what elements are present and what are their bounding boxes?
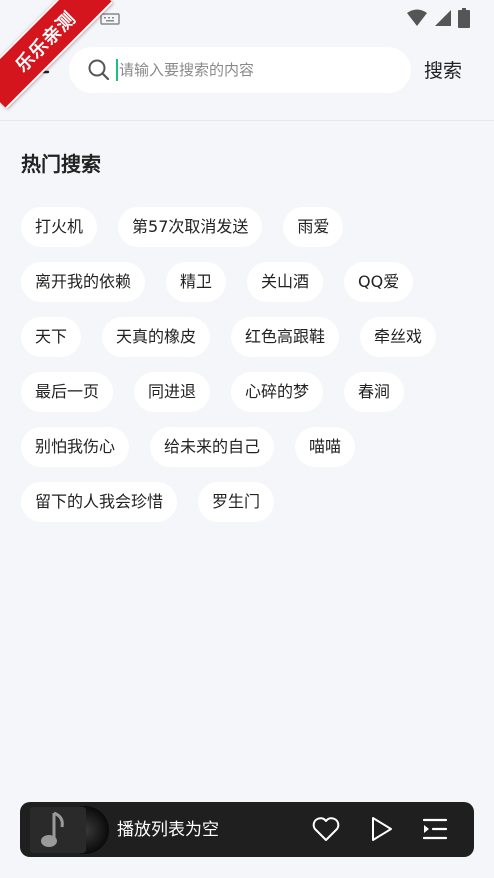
hot-tag[interactable]: QQ爱 [344, 262, 414, 302]
hot-tag[interactable]: 雨爱 [283, 207, 344, 247]
hot-tag[interactable]: 同进退 [134, 372, 211, 412]
album-art[interactable] [30, 805, 110, 855]
hot-tag[interactable]: 天下 [21, 317, 82, 357]
hot-search-tags: 打火机 第57次取消发送 雨爱 离开我的依赖 精卫 关山酒 QQ爱 天下 天真的… [21, 207, 481, 522]
search-input[interactable] [119, 47, 399, 93]
hot-tag[interactable]: 离开我的依赖 [21, 262, 146, 302]
hot-tag[interactable]: 打火机 [21, 207, 98, 247]
hot-tag[interactable]: 别怕我伤心 [21, 427, 130, 467]
heart-icon [311, 817, 341, 848]
search-icon [87, 58, 111, 86]
hot-tag[interactable]: 给未来的自己 [150, 427, 275, 467]
hot-tag[interactable]: 第57次取消发送 [118, 207, 263, 247]
keyboard-icon [100, 10, 120, 29]
hot-tag[interactable]: 留下的人我会珍惜 [21, 482, 178, 522]
mini-player[interactable]: 播放列表为空 [20, 802, 474, 857]
battery-icon [458, 8, 470, 32]
hot-tag[interactable]: 喵喵 [295, 427, 356, 467]
search-box[interactable] [69, 47, 411, 93]
signal-icon [434, 9, 452, 31]
hot-tag[interactable]: 牵丝戏 [360, 317, 437, 357]
hot-tag[interactable]: 罗生门 [198, 482, 275, 522]
play-icon [366, 817, 396, 848]
hot-tag[interactable]: 心碎的梦 [231, 372, 324, 412]
text-cursor [116, 59, 118, 81]
hot-search-title: 热门搜索 [21, 152, 101, 176]
hot-tag[interactable]: 精卫 [166, 262, 227, 302]
hot-tag[interactable]: 最后一页 [21, 372, 114, 412]
hot-tag[interactable]: 红色高跟鞋 [231, 317, 340, 357]
wifi-icon [406, 9, 428, 31]
hot-tag[interactable]: 天真的橡皮 [102, 317, 211, 357]
play-button[interactable] [366, 814, 398, 846]
hot-tag[interactable]: 春涧 [344, 372, 405, 412]
search-header: 搜索 [0, 32, 494, 121]
playlist-icon [420, 818, 450, 848]
player-status: 播放列表为空 [117, 820, 219, 840]
search-button[interactable]: 搜索 [424, 54, 462, 88]
like-button[interactable] [311, 814, 343, 846]
hot-tag[interactable]: 关山酒 [247, 262, 324, 302]
playlist-button[interactable] [420, 814, 452, 846]
